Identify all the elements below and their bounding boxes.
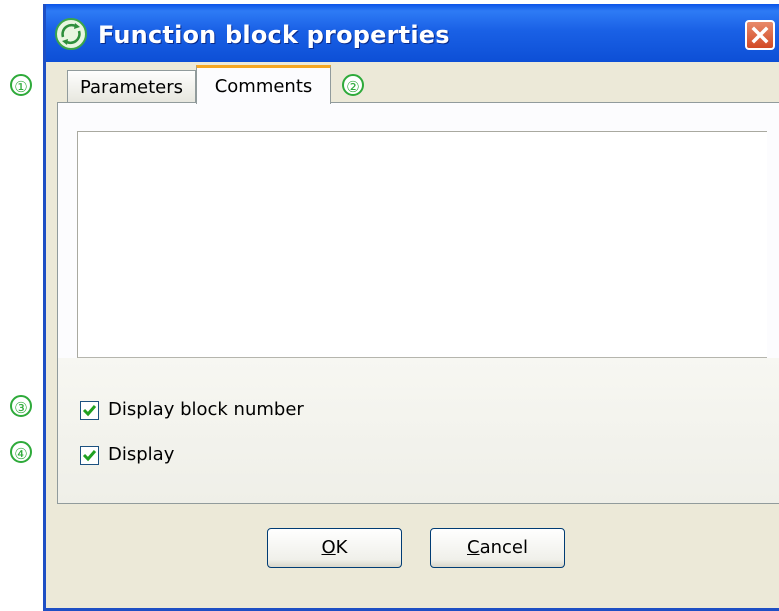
display-block-number-label: Display block number [108,399,304,420]
checkmark-icon [82,405,97,417]
checkmark-icon [82,450,97,462]
display-checkbox[interactable] [80,446,99,465]
close-icon [751,26,769,44]
callout-3: ③ [10,395,32,417]
display-label: Display [108,444,175,465]
dialog-window: Function block properties Parameters Com… [43,4,779,611]
display-block-number-checkbox[interactable] [80,401,99,420]
close-button[interactable] [745,20,775,50]
function-block-icon [54,17,88,51]
comments-textarea[interactable] [77,131,767,358]
callout-4: ④ [10,441,32,463]
title-bar[interactable]: Function block properties [46,4,779,62]
cancel-button[interactable]: Cancel [430,528,565,568]
comments-tab-panel: Display block number Display [57,102,779,504]
cancel-label-rest: ancel [479,537,528,558]
ok-label-rest: K [335,537,348,558]
callout-2: ② [342,74,364,96]
options-area: Display block number Display [58,358,779,503]
window-title: Function block properties [98,21,450,49]
tab-comments[interactable]: Comments [196,65,331,104]
ok-mnemonic: O [321,537,336,558]
ok-button[interactable]: OK [267,528,402,568]
callout-1: ① [10,74,32,96]
tab-parameters[interactable]: Parameters [67,70,196,103]
cancel-mnemonic: C [467,537,480,558]
